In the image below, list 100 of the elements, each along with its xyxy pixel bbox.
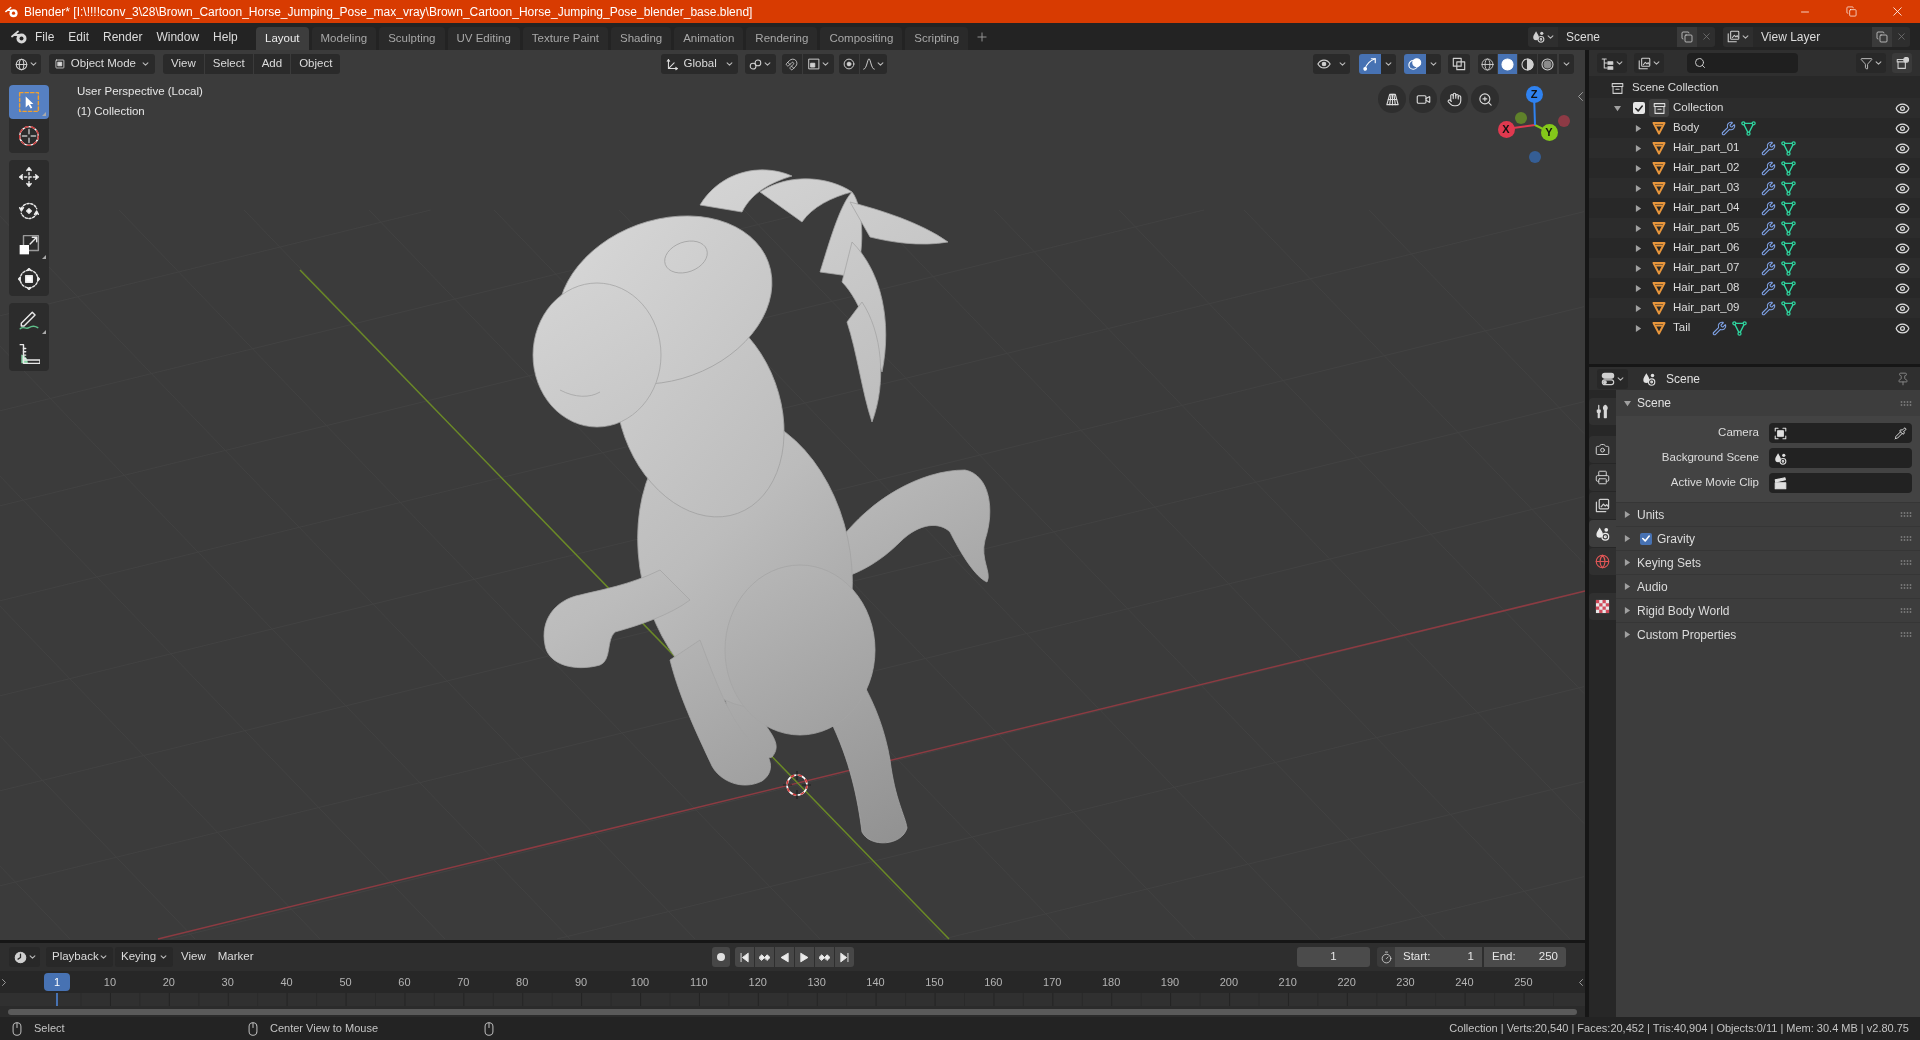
collapsed-arrow-icon[interactable] [1635,164,1642,172]
collapsed-arrow-icon[interactable] [1624,559,1631,566]
wrench-icon[interactable] [1761,160,1777,176]
duplicate-button[interactable] [1872,26,1892,47]
object-picker-field[interactable] [1769,473,1912,493]
axis-handle[interactable]: Y [1540,123,1558,141]
drag-handle-icon[interactable] [1900,584,1912,589]
shading-mode-button[interactable] [1478,54,1497,74]
unlink-button[interactable] [1892,26,1910,47]
collapsed-arrow-icon[interactable] [1635,124,1642,132]
wrench-icon[interactable] [1721,120,1737,136]
collapsed-arrow-icon[interactable] [1624,511,1631,518]
dropdown-button[interactable] [1335,54,1350,74]
properties-tab[interactable] [1589,520,1616,547]
shading-mode-button[interactable] [1518,54,1537,74]
dropdown-button[interactable] [1381,54,1396,74]
chevron-left-icon[interactable] [1579,979,1583,986]
panel-checkbox[interactable] [1640,532,1652,545]
menu-item[interactable]: Help [206,26,245,47]
outliner-row[interactable]: Hair_part_03 [1589,178,1920,198]
collapsed-arrow-icon[interactable] [1635,244,1642,252]
collapsed-arrow-icon[interactable] [1635,184,1642,192]
triangle-vertices-icon[interactable] [1781,240,1797,256]
menu-item[interactable]: Window [149,26,207,47]
collapsed-arrow-icon[interactable] [1624,535,1631,542]
orientation-dropdown[interactable]: Global [660,54,738,74]
outliner-row[interactable]: Hair_part_05 [1589,218,1920,238]
pan-view-button[interactable] [1440,85,1468,113]
eye-icon[interactable] [1895,260,1910,276]
playback-button[interactable] [735,947,754,967]
snap-target-dropdown[interactable] [802,54,834,74]
properties-tab[interactable] [1589,593,1616,620]
properties-tab[interactable] [1589,492,1616,519]
wrench-icon[interactable] [1761,260,1777,276]
eye-icon[interactable] [1895,240,1910,256]
eye-icon[interactable] [1895,320,1910,336]
wrench-icon[interactable] [1761,240,1777,256]
menu-button[interactable]: Add [253,54,291,74]
menu-button[interactable]: Object [291,54,341,74]
editor-type-button[interactable] [9,947,40,967]
camera-view-button[interactable] [1409,85,1437,113]
dropdown-button[interactable] [1559,54,1574,74]
properties-tab[interactable] [1589,464,1616,491]
current-frame-field[interactable]: 1 [1297,947,1370,967]
playback-button[interactable] [815,947,834,967]
wrench-icon[interactable] [1761,200,1777,216]
gizmo-toggle[interactable] [1359,54,1381,74]
playback-button[interactable] [775,947,794,967]
collection-checkbox[interactable] [1633,102,1645,114]
collapsed-arrow-icon[interactable] [1635,284,1642,292]
shading-mode-button[interactable] [1498,54,1517,74]
object-picker-field[interactable] [1769,448,1912,468]
eye-icon[interactable] [1895,160,1910,176]
menu-dropdown[interactable]: Keying [115,947,173,967]
triangle-vertices-icon[interactable] [1781,200,1797,216]
menu-item[interactable]: File [28,26,62,47]
new-collection-button[interactable] [1892,53,1912,73]
outliner-row[interactable]: Collection [1589,98,1920,118]
editor-type-button[interactable] [1597,368,1628,389]
dropdown-button[interactable] [1426,54,1441,74]
menu-dropdown[interactable]: Playback [46,947,113,967]
pivot-dropdown[interactable] [744,54,776,74]
collapsed-arrow-icon[interactable] [1635,144,1642,152]
filter-button[interactable] [1856,53,1886,73]
chevron-left-icon[interactable] [1578,92,1583,101]
properties-tab[interactable] [1589,436,1616,463]
triangle-vertices-icon[interactable] [1781,300,1797,316]
menu-item[interactable]: Edit [61,26,97,47]
wrench-icon[interactable] [1761,140,1777,156]
view-layer-browse-button[interactable] [1723,26,1753,47]
playback-button[interactable] [835,947,854,967]
overlay-toggle[interactable] [1404,54,1426,74]
axis-handle[interactable]: Z [1525,85,1543,103]
drag-handle-icon[interactable] [1900,400,1912,406]
outliner-row[interactable]: Hair_part_07 [1589,258,1920,278]
xray-toggle[interactable] [1448,54,1470,74]
menu-button[interactable]: Marker [211,947,260,967]
wrench-icon[interactable] [1761,220,1777,236]
record-button[interactable] [712,947,730,967]
expanded-arrow-icon[interactable] [1624,399,1631,407]
preview-range-toggle[interactable] [1377,947,1395,967]
workspace-tab[interactable]: Layout [256,27,309,50]
drag-handle-icon[interactable] [1900,608,1912,613]
collapsed-arrow-icon[interactable] [1624,607,1631,614]
menu-button[interactable]: Select [204,54,253,74]
wrench-icon[interactable] [1761,300,1777,316]
proportional-edit-toggle[interactable] [838,54,859,74]
triangle-vertices-icon[interactable] [1781,140,1797,156]
eye-icon[interactable] [1895,100,1910,116]
workspace-tab[interactable]: UV Editing [447,27,520,50]
workspace-tab[interactable]: Sculpting [379,27,445,50]
triangle-vertices-icon[interactable] [1781,280,1797,296]
collapsed-arrow-icon[interactable] [1624,583,1631,590]
app-logo-icon[interactable] [11,29,27,44]
triangle-vertices-icon[interactable] [1781,220,1797,236]
eye-icon[interactable] [1895,300,1910,316]
zoom-view-button[interactable] [1471,85,1499,113]
scene-browse-button[interactable] [1528,26,1558,47]
axis-handle[interactable]: X [1497,120,1515,138]
collapsed-arrow-icon[interactable] [1635,304,1642,312]
